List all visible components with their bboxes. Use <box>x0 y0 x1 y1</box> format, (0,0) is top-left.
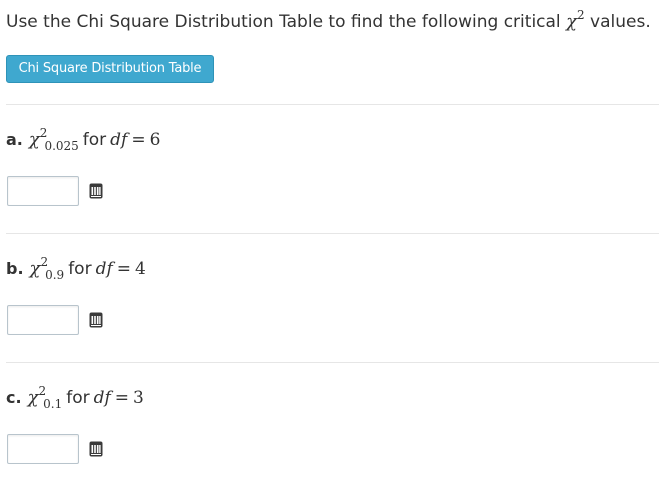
equals-sign: = <box>116 259 131 279</box>
book-icon[interactable] <box>89 312 103 328</box>
question-c: c. χ20.1 for df = 3 <box>6 384 144 411</box>
answer-input-c[interactable] <box>7 434 79 464</box>
book-icon[interactable] <box>89 441 103 457</box>
instructions-text-after: values. <box>584 12 651 32</box>
book-icon[interactable] <box>89 183 103 199</box>
instructions-text: Use the Chi Square Distribution Table to… <box>6 8 651 35</box>
chi-superscript: 2 <box>576 8 585 22</box>
question-letter: b. <box>6 259 24 278</box>
chi-superscript: 2 <box>39 126 48 140</box>
chi-symbol: χ <box>27 387 39 408</box>
df-value: 4 <box>135 259 146 279</box>
divider <box>6 104 659 105</box>
chi-symbol: χ <box>28 129 40 150</box>
chi-symbol: χ <box>566 11 577 32</box>
equals-sign: = <box>131 130 146 150</box>
df-value: 6 <box>149 130 161 150</box>
chi-superscript: 2 <box>40 255 49 269</box>
equals-sign: = <box>114 388 130 408</box>
df-label: df <box>95 259 113 279</box>
alpha-subscript: 0.9 <box>45 268 65 282</box>
answer-input-a[interactable] <box>7 176 79 206</box>
alpha-subscript: 0.1 <box>43 397 63 411</box>
for-text: for <box>68 259 92 279</box>
alpha-subscript: 0.025 <box>44 139 79 153</box>
for-text: for <box>66 388 90 408</box>
chi-square-table-button[interactable]: Chi Square Distribution Table <box>6 55 214 83</box>
question-b: b. χ20.9 for df = 4 <box>6 255 146 282</box>
df-label: df <box>110 130 128 150</box>
df-label: df <box>93 388 111 408</box>
for-text: for <box>82 130 107 150</box>
chi-superscript: 2 <box>38 384 47 398</box>
divider <box>6 362 659 363</box>
answer-input-b[interactable] <box>7 305 79 335</box>
question-letter: c. <box>6 388 22 407</box>
question-letter: a. <box>6 130 23 149</box>
df-value: 3 <box>133 388 144 408</box>
divider <box>6 233 659 234</box>
chi-symbol: χ <box>29 258 41 279</box>
question-a: a. χ20.025 for df = 6 <box>6 126 161 153</box>
instructions-text-before: Use the Chi Square Distribution Table to… <box>6 12 567 32</box>
